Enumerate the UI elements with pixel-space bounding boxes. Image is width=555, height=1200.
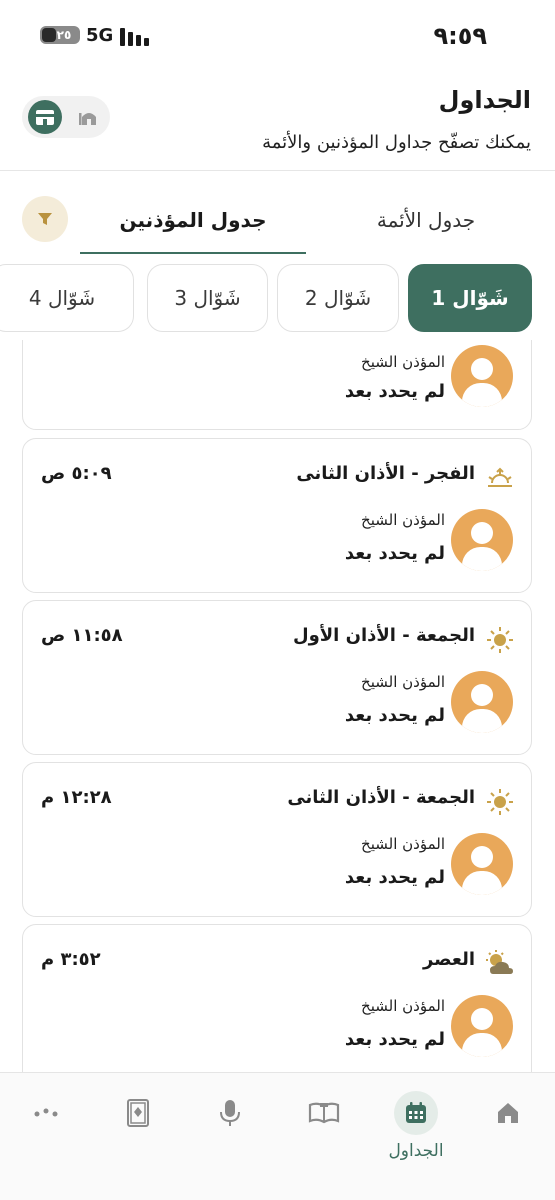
- sun-icon: [485, 787, 515, 817]
- sun-cloud-icon: [485, 949, 515, 979]
- schedule-card[interactable]: الجمعة - الأذان الأول ١١:٥٨ ص المؤذن الش…: [22, 600, 532, 755]
- muezzin-label: المؤذن الشيخ: [361, 673, 445, 691]
- nav-library[interactable]: [294, 1091, 354, 1161]
- page-header: الجداول يمكنك تصفّح جداول المؤذنين والأئ…: [0, 78, 555, 170]
- avatar: [451, 995, 513, 1057]
- muezzin-label: المؤذن الشيخ: [361, 997, 445, 1015]
- muezzin-value: لم يحدد بعد: [344, 867, 445, 888]
- prayer-time: ١١:٥٨ ص: [41, 625, 123, 646]
- tab-imams[interactable]: جدول الأئمة: [336, 200, 516, 240]
- open-book-icon: [308, 1102, 340, 1124]
- page-subtitle: يمكنك تصفّح جداول المؤذنين والأئمة: [262, 132, 531, 153]
- sun-icon: [485, 625, 515, 655]
- schedule-card[interactable]: العصر ٣:٥٢ م المؤذن الشيخ لم يحدد بعد: [22, 924, 532, 1072]
- prayer-name: الجمعة - الأذان الأول: [292, 625, 475, 646]
- muezzin-label: المؤذن الشيخ: [361, 511, 445, 529]
- prayer-name: العصر: [422, 949, 475, 970]
- muezzin-label: المؤذن الشيخ: [361, 353, 445, 371]
- muezzin-value: لم يحدد بعد: [344, 543, 445, 564]
- date-chip[interactable]: 4 شَوّال: [0, 264, 134, 332]
- home-icon: [498, 1103, 518, 1123]
- nav-more[interactable]: [16, 1091, 76, 1161]
- nav-schedules[interactable]: الجداول: [386, 1091, 446, 1161]
- avatar: [451, 345, 513, 407]
- bottom-nav: الجداول: [0, 1072, 555, 1200]
- nav-audio[interactable]: [200, 1091, 260, 1161]
- avatar: [451, 671, 513, 733]
- sunrise-icon: [485, 463, 515, 493]
- calendar-icon: [406, 1102, 426, 1123]
- filter-button[interactable]: [22, 196, 68, 242]
- tab-muezzins[interactable]: جدول المؤذنين: [80, 200, 306, 240]
- prayer-time: ١٢:٢٨ م: [41, 787, 112, 808]
- network-type: 5G: [86, 25, 114, 46]
- header-divider: [0, 170, 555, 171]
- avatar: [451, 833, 513, 895]
- nav-home[interactable]: [478, 1091, 538, 1161]
- battery-indicator: ٢٥: [40, 26, 80, 44]
- page-title: الجداول: [438, 86, 531, 114]
- battery-level: ٢٥: [56, 28, 72, 42]
- date-chip[interactable]: 3 شَوّال: [147, 264, 268, 332]
- avatar: [451, 509, 513, 571]
- mosque-icon[interactable]: [74, 102, 104, 132]
- prayer-time: ٣:٥٢ م: [41, 949, 101, 970]
- prayer-time: ٥:٠٩ ص: [41, 463, 112, 484]
- filter-icon: [38, 213, 52, 225]
- muezzin-value: لم يحدد بعد: [344, 1029, 445, 1050]
- muezzin-value: لم يحدد بعد: [344, 381, 445, 402]
- view-toggle[interactable]: [22, 96, 110, 138]
- status-time: ٩:٥٩: [433, 22, 487, 50]
- nav-quran[interactable]: [108, 1091, 168, 1161]
- active-tab-indicator: [80, 252, 306, 254]
- nav-schedules-label: الجداول: [388, 1141, 444, 1161]
- muezzin-value: لم يحدد بعد: [344, 705, 445, 726]
- date-chip[interactable]: 2 شَوّال: [277, 264, 399, 332]
- prayer-name: الجمعة - الأذان الثانى: [287, 787, 475, 808]
- schedule-list[interactable]: المؤذن الشيخ لم يحدد بعد الفجر - الأذان …: [0, 340, 555, 1072]
- signal-icon: [120, 26, 152, 46]
- status-bar: ٢٥ 5G ٩:٥٩: [0, 0, 555, 70]
- more-dots-icon: [34, 1108, 58, 1117]
- microphone-icon: [220, 1100, 240, 1126]
- quran-icon: [127, 1099, 149, 1127]
- muezzin-label: المؤذن الشيخ: [361, 835, 445, 853]
- kaaba-icon[interactable]: [28, 100, 62, 134]
- date-chip[interactable]: 1 شَوّال: [408, 264, 532, 332]
- schedule-card[interactable]: الفجر - الأذان الثانى ٥:٠٩ ص المؤذن الشي…: [22, 438, 532, 593]
- schedule-card[interactable]: المؤذن الشيخ لم يحدد بعد: [22, 340, 532, 430]
- schedule-card[interactable]: الجمعة - الأذان الثانى ١٢:٢٨ م المؤذن ال…: [22, 762, 532, 917]
- prayer-name: الفجر - الأذان الثانى: [296, 463, 475, 484]
